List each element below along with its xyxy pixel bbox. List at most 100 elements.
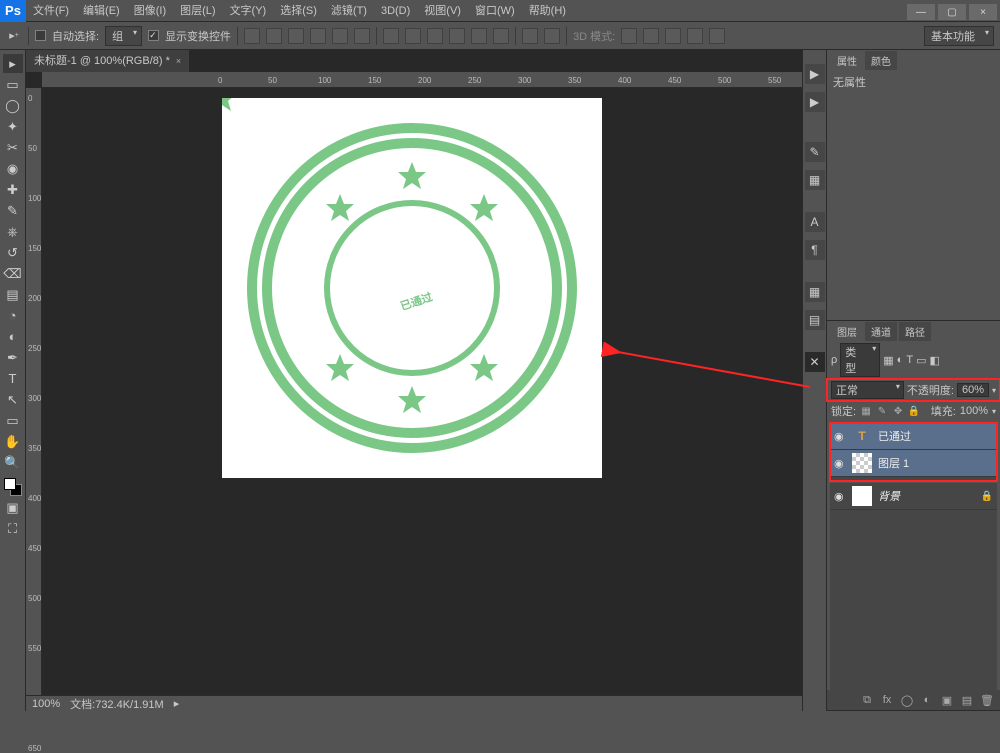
tab-properties[interactable]: 属性 [831, 51, 863, 70]
gradient-tool[interactable]: ▤ [3, 285, 23, 304]
blur-tool[interactable]: ◔ [3, 306, 23, 325]
filter-type-icon[interactable]: T [906, 354, 913, 366]
brushpreset-panel-icon[interactable]: ▦ [805, 170, 825, 190]
distribute-icon[interactable] [493, 28, 509, 44]
canvas[interactable]: 已通过 [222, 98, 602, 478]
canvas-viewport[interactable]: 已通过 [42, 88, 802, 695]
dodge-tool[interactable]: ◐ [3, 327, 23, 346]
move-tool[interactable]: ▸ [3, 54, 23, 73]
adjust-icon[interactable]: ◐ [920, 693, 934, 707]
distribute-icon[interactable] [383, 28, 399, 44]
maximize-button[interactable]: ▢ [938, 4, 966, 20]
quickmask-icon[interactable]: ▣ [3, 498, 23, 517]
lasso-tool[interactable]: ◯ [3, 96, 23, 115]
lock-image-icon[interactable]: ✎ [876, 405, 888, 417]
menu-select[interactable]: 选择(S) [273, 0, 324, 22]
swatches-panel-icon[interactable]: ▦ [805, 282, 825, 302]
menu-view[interactable]: 视图(V) [417, 0, 468, 22]
arrange-icon[interactable] [544, 28, 560, 44]
lock-trans-icon[interactable]: ▦ [860, 405, 872, 417]
workspace-switcher[interactable]: 基本功能 [924, 26, 994, 46]
filter-kind-dropdown[interactable]: 类型 [840, 343, 880, 377]
align-icon[interactable] [310, 28, 326, 44]
opacity-field[interactable]: 60% [957, 383, 989, 397]
type-tool[interactable]: T [3, 369, 23, 388]
filter-smart-icon[interactable]: ◧ [929, 354, 939, 367]
auto-select-dropdown[interactable]: 组 [105, 26, 142, 46]
layer-name[interactable]: 已通过 [878, 428, 993, 444]
tab-paths[interactable]: 路径 [899, 322, 931, 341]
color-swatch[interactable] [4, 478, 22, 496]
layer-name[interactable]: 背景 [878, 488, 975, 504]
lock-icon[interactable]: 🔒 [981, 491, 993, 502]
wand-tool[interactable]: ✦ [3, 117, 23, 136]
fx-icon[interactable]: fx [880, 693, 894, 707]
align-icon[interactable] [354, 28, 370, 44]
group-icon[interactable]: ▣ [940, 693, 954, 707]
layer-row[interactable]: ◉ 背景 🔒 [830, 483, 997, 510]
stamp-tool[interactable]: ⎈ [3, 222, 23, 241]
blend-mode-dropdown[interactable]: 正常 [831, 381, 904, 399]
minimize-button[interactable]: — [907, 4, 935, 20]
layer-row[interactable]: ◉ 图层 1 [830, 450, 997, 477]
show-transform-checkbox[interactable] [148, 30, 159, 41]
zoom-tool[interactable]: 🔍 [3, 453, 23, 472]
menu-3d[interactable]: 3D(D) [374, 0, 417, 22]
tab-channels[interactable]: 通道 [865, 322, 897, 341]
3d-icon[interactable] [687, 28, 703, 44]
visibility-icon[interactable]: ◉ [834, 457, 846, 470]
distribute-icon[interactable] [427, 28, 443, 44]
3d-icon[interactable] [665, 28, 681, 44]
marquee-tool[interactable]: ▭ [3, 75, 23, 94]
fill-arrow-icon[interactable]: ▾ [992, 407, 996, 416]
align-icon[interactable] [266, 28, 282, 44]
lock-pos-icon[interactable]: ✥ [892, 405, 904, 417]
align-icon[interactable] [332, 28, 348, 44]
filter-pixel-icon[interactable]: ▦ [883, 354, 893, 367]
brush-tool[interactable]: ✎ [3, 201, 23, 220]
zoom-value[interactable]: 100% [32, 698, 60, 710]
menu-layer[interactable]: 图层(L) [173, 0, 222, 22]
arrange-icon[interactable] [522, 28, 538, 44]
visibility-icon[interactable]: ◉ [834, 490, 846, 503]
align-icon[interactable] [288, 28, 304, 44]
link-icon[interactable]: ⧉ [860, 693, 874, 707]
distribute-icon[interactable] [405, 28, 421, 44]
visibility-icon[interactable]: ◉ [834, 430, 846, 443]
close-tab-icon[interactable]: × [176, 50, 181, 72]
fill-field[interactable]: 100% [960, 405, 988, 417]
menu-type[interactable]: 文字(Y) [223, 0, 274, 22]
filter-shape-icon[interactable]: ▭ [916, 354, 926, 367]
align-icon[interactable] [244, 28, 260, 44]
menu-window[interactable]: 窗口(W) [468, 0, 522, 22]
tab-color[interactable]: 颜色 [865, 51, 897, 70]
shape-tool[interactable]: ▭ [3, 411, 23, 430]
status-arrow-icon[interactable]: ▸ [174, 697, 180, 710]
opacity-arrow-icon[interactable]: ▾ [992, 386, 996, 395]
heal-tool[interactable]: ✚ [3, 180, 23, 199]
path-select-tool[interactable]: ↖ [3, 390, 23, 409]
filter-adjust-icon[interactable]: ◐ [897, 354, 904, 366]
pen-tool[interactable]: ✒ [3, 348, 23, 367]
navigator-panel-icon[interactable]: ✕ [805, 352, 825, 372]
3d-icon[interactable] [643, 28, 659, 44]
auto-select-checkbox[interactable] [35, 30, 46, 41]
actions-panel-icon[interactable]: ▶ [805, 92, 825, 112]
styles-panel-icon[interactable]: ▤ [805, 310, 825, 330]
menu-filter[interactable]: 滤镜(T) [324, 0, 374, 22]
crop-tool[interactable]: ✂ [3, 138, 23, 157]
close-button[interactable]: × [969, 4, 997, 20]
eyedropper-tool[interactable]: ◉ [3, 159, 23, 178]
layer-name[interactable]: 图层 1 [878, 455, 993, 471]
trash-icon[interactable]: 🗑 [980, 693, 994, 707]
lock-all-icon[interactable]: 🔒 [908, 405, 920, 417]
mask-icon[interactable]: ◯ [900, 693, 914, 707]
menu-file[interactable]: 文件(F) [26, 0, 76, 22]
menu-edit[interactable]: 编辑(E) [76, 0, 127, 22]
eraser-tool[interactable]: ⌫ [3, 264, 23, 283]
distribute-icon[interactable] [471, 28, 487, 44]
3d-icon[interactable] [709, 28, 725, 44]
paragraph-panel-icon[interactable]: ¶ [805, 240, 825, 260]
character-panel-icon[interactable]: A [805, 212, 825, 232]
screenmode-icon[interactable]: ⛶ [3, 519, 23, 538]
